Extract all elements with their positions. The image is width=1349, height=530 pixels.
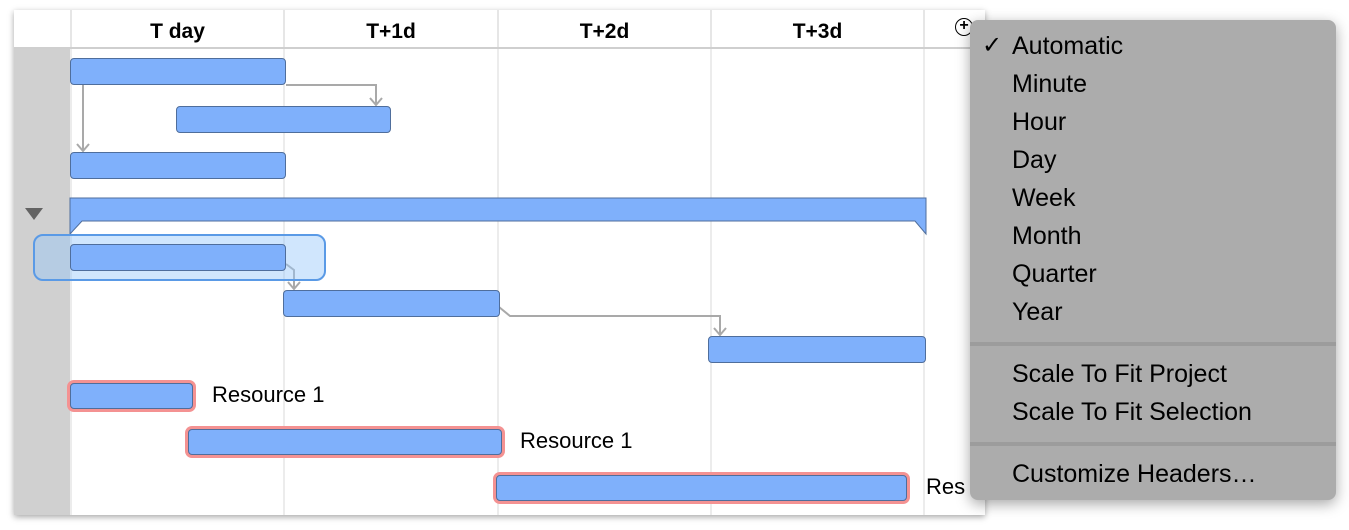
task-bar-selected[interactable] [70, 244, 286, 271]
menu-item-minute[interactable]: Minute [1012, 65, 1087, 103]
resource-label: Resource 1 [212, 382, 325, 407]
time-scale-menu: ✓ Automatic Minute Hour Day Week Month Q… [970, 20, 1336, 500]
menu-item-scale-to-fit-project[interactable]: Scale To Fit Project [1012, 355, 1227, 393]
group-bar [69, 197, 927, 236]
menu-item-quarter[interactable]: Quarter [1012, 255, 1097, 293]
menu-item-hour[interactable]: Hour [1012, 103, 1066, 141]
resource-label: Res [926, 474, 966, 499]
menu-item-day[interactable]: Day [1012, 141, 1056, 179]
resource-task-bar[interactable] [70, 383, 193, 409]
task-bar[interactable] [70, 152, 286, 179]
task-bar[interactable] [708, 336, 926, 363]
menu-item-week[interactable]: Week [1012, 179, 1075, 217]
checkmark-icon: ✓ [982, 32, 1003, 59]
menu-item-automatic[interactable]: Automatic [1012, 27, 1123, 65]
dependency-arrow [498, 306, 727, 337]
task-bar[interactable] [70, 58, 286, 85]
task-bar[interactable] [176, 106, 391, 133]
resource-task-bar[interactable] [496, 475, 907, 501]
task-bar[interactable] [283, 290, 500, 317]
menu-separator [970, 442, 1336, 446]
menu-item-month[interactable]: Month [1012, 217, 1081, 255]
gantt-chart-panel: T day T+1d T+2d T+3d + Resource 1 Resour… [14, 10, 985, 515]
resource-label: Resource 1 [520, 428, 633, 453]
menu-item-scale-to-fit-selection[interactable]: Scale To Fit Selection [1012, 393, 1252, 431]
menu-separator [970, 342, 1336, 346]
dependency-arrow [76, 84, 90, 153]
menu-item-customize-headers[interactable]: Customize Headers… [1012, 455, 1257, 493]
resource-task-bar[interactable] [188, 429, 502, 455]
dependency-arrow [286, 84, 383, 107]
menu-item-year[interactable]: Year [1012, 293, 1063, 331]
